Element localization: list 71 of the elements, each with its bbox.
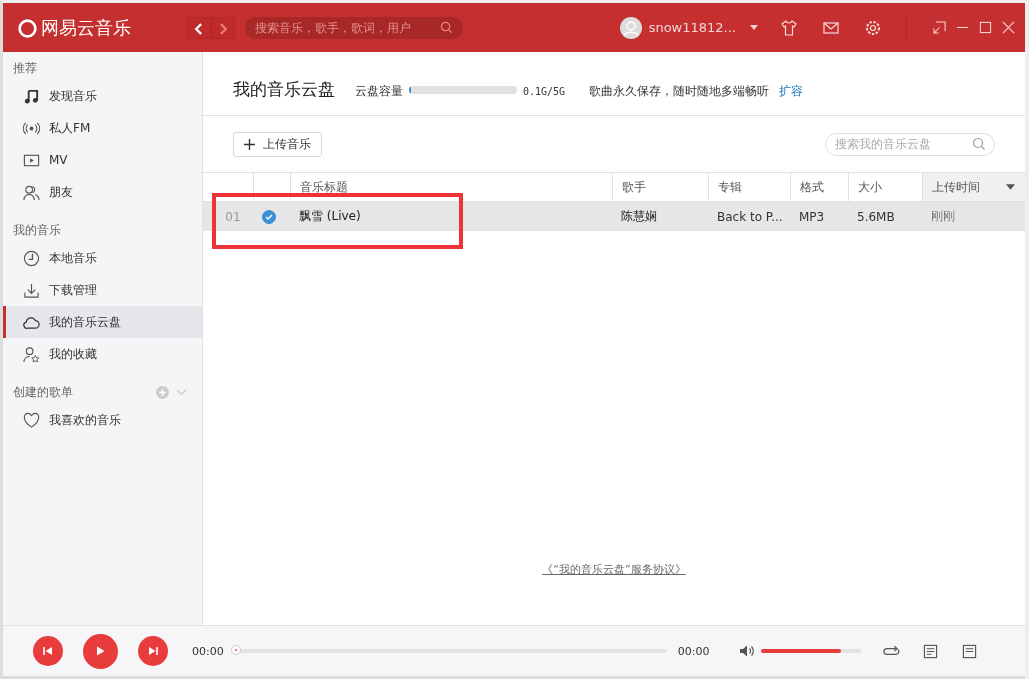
elapsed-time: 00:00 — [192, 644, 224, 658]
play-icon — [94, 644, 106, 657]
column-header[interactable]: 上传时间 — [922, 173, 1025, 201]
check-icon[interactable] — [262, 209, 276, 224]
album-cell[interactable]: Back to P... — [708, 202, 790, 231]
upload-button[interactable]: 上传音乐 — [233, 131, 322, 157]
agreement-link[interactable]: 《“我的音乐云盘”服务协议》 — [542, 562, 686, 577]
app-logo[interactable]: 网易云音乐 — [17, 15, 187, 40]
app-name: 网易云音乐 — [41, 15, 131, 40]
slogan-text: 歌曲永久保存，随时随地多端畅听 — [589, 83, 770, 100]
next-icon — [147, 645, 159, 657]
singer-cell[interactable]: 陈慧娴 — [612, 202, 708, 231]
row-index: 01 — [224, 208, 242, 226]
back-button[interactable] — [187, 16, 211, 39]
radio-icon — [23, 119, 40, 137]
lyrics-icon[interactable] — [922, 643, 940, 659]
next-button[interactable] — [138, 636, 168, 666]
user-star-icon — [23, 345, 40, 363]
column-header[interactable]: 歌手 — [612, 173, 708, 201]
song-row[interactable]: 01 飘雪 (Live) 陈慧娴 Back to P... MP3 5.6MB 刚刚 — [203, 202, 1025, 231]
duration-time: 00:00 — [677, 644, 710, 658]
capacity-label: 云盘容量 — [355, 83, 403, 100]
volume-slider[interactable] — [761, 649, 862, 653]
column-header[interactable]: 专辑 — [708, 173, 790, 201]
search-field[interactable]: 搜索音乐，歌手，歌词，用户 — [245, 16, 463, 39]
volume-icon[interactable] — [739, 644, 756, 658]
sidebar-item[interactable]: 我的收藏 — [3, 338, 202, 370]
previous-icon — [42, 645, 54, 657]
column-header[interactable]: 格式 — [790, 173, 848, 201]
song-title: 飘雪 (Live) — [298, 208, 362, 225]
user-name[interactable]: snow11812... — [648, 20, 736, 35]
clock-icon — [23, 249, 40, 267]
maximize-icon[interactable] — [979, 21, 992, 34]
format-cell-text: MP3 — [798, 208, 826, 226]
settings-icon[interactable] — [864, 18, 882, 37]
capacity-text: 0.1G/5G — [523, 86, 566, 97]
plus-icon — [244, 138, 255, 150]
sidebar-item[interactable]: 发现音乐 — [3, 80, 202, 112]
sidebar-item[interactable]: 私人FM — [3, 112, 202, 144]
sidebar-item[interactable]: 我的音乐云盘 — [3, 306, 202, 338]
sidebar-item[interactable]: MV — [3, 144, 202, 176]
playlist-icon[interactable] — [961, 643, 979, 659]
mini-mode-icon[interactable] — [933, 21, 946, 34]
upload-time-cell-text: 刚刚 — [930, 208, 956, 225]
close-icon[interactable] — [1002, 21, 1015, 34]
logo-icon — [17, 17, 38, 38]
download-icon — [23, 281, 40, 299]
sidebar-item[interactable]: 下载管理 — [3, 274, 202, 306]
friends-icon — [23, 183, 40, 201]
sidebar-item[interactable]: 我喜欢的音乐 — [3, 404, 202, 436]
search-icon — [440, 21, 453, 34]
section-title: 创建的歌单 — [13, 383, 74, 401]
column-header[interactable]: 音乐标题 — [290, 173, 612, 201]
heart-icon — [23, 411, 40, 429]
expand-link[interactable]: 扩容 — [779, 83, 804, 100]
size-cell-text: 5.6MB — [856, 208, 896, 226]
progress-handle[interactable] — [230, 645, 241, 655]
caret-icon[interactable] — [750, 25, 758, 30]
music-note-icon — [23, 87, 40, 105]
section-title: 我的音乐 — [13, 221, 62, 239]
sort-icon[interactable] — [1006, 184, 1015, 190]
sidebar-item[interactable]: 本地音乐 — [3, 242, 202, 274]
sidebar-item[interactable]: 朋友 — [3, 176, 202, 208]
play-button[interactable] — [83, 633, 118, 669]
shirt-icon[interactable] — [780, 18, 798, 37]
section-title: 推荐 — [13, 59, 38, 77]
search-icon — [972, 137, 986, 151]
avatar-icon[interactable] — [619, 16, 642, 39]
page-title: 我的音乐云盘 — [233, 78, 335, 101]
previous-button[interactable] — [33, 636, 63, 666]
cloud-search-field[interactable]: 搜索我的音乐云盘 — [825, 132, 995, 156]
